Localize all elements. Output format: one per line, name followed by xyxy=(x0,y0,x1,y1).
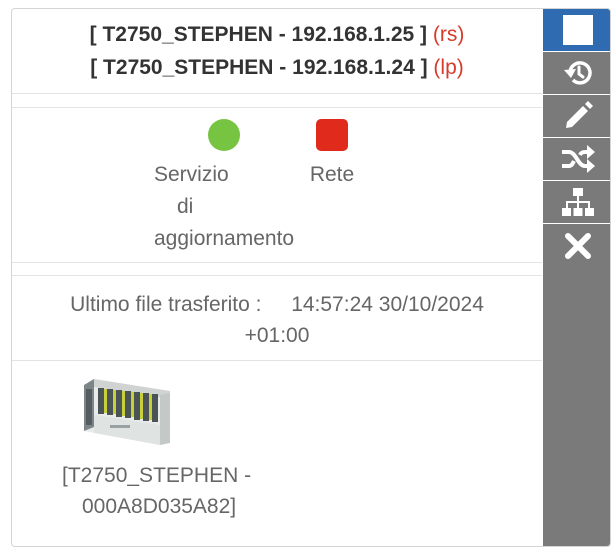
connection-lp: [ T2750_STEPHEN - 192.168.1.24 ] (lp) xyxy=(12,56,542,80)
connection-tag: (rs) xyxy=(432,23,465,46)
shuffle-icon xyxy=(561,145,595,173)
green-status-indicator xyxy=(208,119,240,151)
action-sidebar xyxy=(543,9,610,546)
shuffle-button[interactable] xyxy=(543,138,610,181)
close-icon xyxy=(564,232,591,259)
stop-square-icon xyxy=(562,15,593,45)
divider xyxy=(12,262,542,263)
edit-button[interactable] xyxy=(543,95,610,138)
connection-label: [ T2750_STEPHEN - 192.168.1.25 ] xyxy=(89,23,427,46)
plc-rack-image xyxy=(84,379,170,445)
last-transfer-label: Ultimo file trasferito : xyxy=(70,293,262,316)
device-name-line: [T2750_STEPHEN - xyxy=(62,464,252,487)
device-name-line: 000A8D035A82] xyxy=(82,495,237,518)
pencil-icon xyxy=(565,101,593,128)
stop-button[interactable] xyxy=(543,9,610,52)
device-tile[interactable]: [T2750_STEPHEN - 000A8D035A82] xyxy=(52,377,282,522)
connection-rs: [ T2750_STEPHEN - 192.168.1.25 ] (rs) xyxy=(12,23,542,47)
divider xyxy=(12,93,542,94)
divider xyxy=(12,360,542,361)
instrument-card: [ T2750_STEPHEN - 192.168.1.25 ] (rs) [ … xyxy=(11,8,611,547)
network-status: Rete xyxy=(272,119,392,191)
connection-label: [ T2750_STEPHEN - 192.168.1.24 ] xyxy=(90,56,428,79)
sitemap-icon xyxy=(561,188,594,216)
red-status-indicator xyxy=(316,119,348,151)
history-icon xyxy=(563,61,592,85)
status-label-line: aggiornamento xyxy=(154,227,295,250)
status-label-line: Rete xyxy=(309,163,355,186)
connection-tag: (lp) xyxy=(433,56,464,79)
last-transfer-time: 14:57:24 30/10/2024 xyxy=(291,293,484,316)
divider xyxy=(12,107,542,108)
divider xyxy=(12,275,542,276)
last-transfer-offset: +01:00 xyxy=(244,324,310,347)
history-button[interactable] xyxy=(543,52,610,95)
network-map-button[interactable] xyxy=(543,181,610,224)
last-transfer-info: Ultimo file trasferito : 14:57:24 30/10/… xyxy=(12,289,542,351)
card-content: [ T2750_STEPHEN - 192.168.1.25 ] (rs) [ … xyxy=(12,9,542,546)
close-button[interactable] xyxy=(543,224,610,267)
status-label-line: di xyxy=(177,195,194,218)
